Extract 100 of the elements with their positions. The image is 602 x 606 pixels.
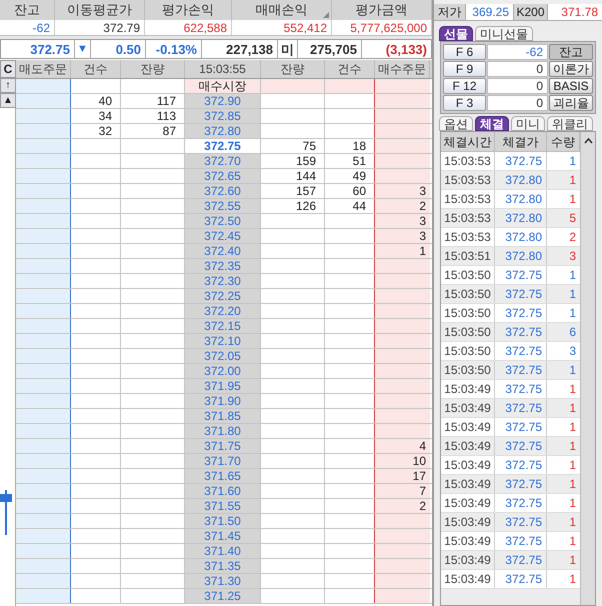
price-cell[interactable]: 372.10: [185, 334, 261, 348]
contract-button[interactable]: F 6: [443, 44, 486, 60]
price-cell[interactable]: 371.65: [185, 469, 261, 483]
buy-order-cell: [375, 379, 430, 393]
scroll-up-icon[interactable]: [584, 138, 592, 144]
price-cell[interactable]: 372.25: [185, 289, 261, 303]
contract-button[interactable]: F 9: [443, 61, 486, 77]
price-cell[interactable]: 372.60: [185, 184, 261, 198]
time-cell: 15:03:50: [441, 285, 495, 303]
price-cell[interactable]: 372.30: [185, 274, 261, 288]
price-cell[interactable]: 371.60: [185, 484, 261, 498]
buy-order-cell: 7: [375, 484, 430, 498]
corner-icon: [323, 12, 329, 18]
buy-order-cell: 2: [375, 499, 430, 513]
price-cell[interactable]: 371.95: [185, 379, 261, 393]
tab[interactable]: 선물: [439, 26, 473, 41]
column-header: 매수주문: [375, 60, 430, 78]
tab[interactable]: 체결: [475, 116, 509, 131]
price-cell: 372.75: [495, 399, 547, 417]
time-cell: 15:03:49: [441, 475, 495, 493]
price-cell[interactable]: 372.55: [185, 199, 261, 213]
buy-order-cell: [375, 514, 430, 528]
price-cell: 372.80: [495, 247, 547, 265]
quantity-cell-text: 1: [568, 571, 577, 588]
quantity-cell-text: 1: [568, 514, 577, 531]
price-cell[interactable]: 372.50: [185, 214, 261, 228]
price-cell[interactable]: 371.45: [185, 529, 261, 543]
action-button[interactable]: 괴리율: [549, 95, 593, 111]
sell-order-cell: [16, 319, 71, 333]
column-header: 평가손익: [145, 0, 232, 20]
price-cell[interactable]: 371.80: [185, 424, 261, 438]
time-cell: 15:03:53: [441, 152, 495, 170]
price-cell[interactable]: 372.65: [185, 169, 261, 183]
quantity-cell-text: 2: [568, 229, 577, 246]
time-cell: 15:03:49: [441, 551, 495, 569]
scroll-button[interactable]: ↑: [0, 78, 16, 93]
buy-order-cell: [375, 304, 430, 318]
price-cell[interactable]: 371.75: [185, 439, 261, 453]
price-cell: 372.75: [495, 456, 547, 474]
price-cell[interactable]: 371.70: [185, 454, 261, 468]
price-cell[interactable]: 371.35: [185, 559, 261, 573]
contract-button[interactable]: F 12: [443, 78, 486, 94]
price-cell[interactable]: 371.30: [185, 574, 261, 588]
price-cell[interactable]: 371.25: [185, 589, 261, 603]
buy-order-cell: [375, 394, 430, 408]
corner-button[interactable]: C: [0, 60, 16, 78]
buy-order-cell: [375, 259, 430, 273]
sell-order-cell: [16, 484, 71, 498]
quantity-cell-text: 1: [568, 172, 577, 189]
quantity-cell-text: 1: [568, 381, 577, 398]
buy-order-cell: 10: [375, 454, 430, 468]
price-cell[interactable]: 372.70: [185, 154, 261, 168]
action-button[interactable]: BASIS: [549, 78, 593, 94]
column-header: 매매손익: [232, 0, 332, 20]
price-cell[interactable]: 371.50: [185, 514, 261, 528]
price-cell[interactable]: 372.40: [185, 244, 261, 258]
column-header: 이동평균가: [55, 0, 145, 20]
sell-order-cell: [16, 469, 71, 483]
tab[interactable]: 미니: [511, 116, 545, 131]
value-cell: 622,588: [145, 20, 232, 35]
time-cell: 15:03:49: [441, 418, 495, 436]
tab[interactable]: 미니선물: [475, 26, 533, 41]
action-button[interactable]: 잔고: [549, 44, 593, 60]
tab[interactable]: 옵션: [439, 116, 473, 131]
scroll-button[interactable]: ▲: [0, 93, 16, 108]
scrollbar[interactable]: [580, 132, 595, 605]
price-cell[interactable]: 372.20: [185, 304, 261, 318]
count-cell: 40: [71, 94, 121, 108]
sell-order-cell: [16, 544, 71, 558]
price-cell[interactable]: 매수시장: [185, 79, 261, 93]
price-cell[interactable]: 371.55: [185, 499, 261, 513]
tab[interactable]: 위클리: [547, 116, 593, 131]
contract-value: -62: [487, 44, 548, 60]
price-cell[interactable]: 372.90: [185, 94, 261, 108]
sell-order-cell: [16, 274, 71, 288]
contract-button[interactable]: F 3: [443, 95, 486, 111]
buy-order-cell: [375, 544, 430, 558]
price-cell[interactable]: 372.15: [185, 319, 261, 333]
price-cell[interactable]: 372.85: [185, 109, 261, 123]
price-cell[interactable]: 372.35: [185, 259, 261, 273]
price-cell[interactable]: 372.05: [185, 349, 261, 363]
time-cell: 15:03:53: [441, 209, 495, 227]
column-header: 체결시간: [441, 132, 495, 151]
price-cell[interactable]: 371.85: [185, 409, 261, 423]
buy-order-cell: [375, 559, 430, 573]
action-button[interactable]: 이론가: [549, 61, 593, 77]
price-cell[interactable]: 372.45: [185, 229, 261, 243]
low-label: 저가: [434, 4, 466, 20]
buy-order-cell: [375, 124, 430, 138]
sell-order-cell: [16, 184, 71, 198]
low-value: 369.25: [466, 4, 514, 20]
sell-order-cell: [16, 199, 71, 213]
price-cell[interactable]: 372.00: [185, 364, 261, 378]
quantity-cell-text: 1: [568, 362, 577, 379]
price-cell[interactable]: 371.90: [185, 394, 261, 408]
price-cell: 372.75: [495, 437, 547, 455]
price-cell[interactable]: 372.80: [185, 124, 261, 138]
price-cell: 372.75: [495, 418, 547, 436]
price-cell[interactable]: 371.40: [185, 544, 261, 558]
buy-order-cell: 3: [375, 229, 430, 243]
